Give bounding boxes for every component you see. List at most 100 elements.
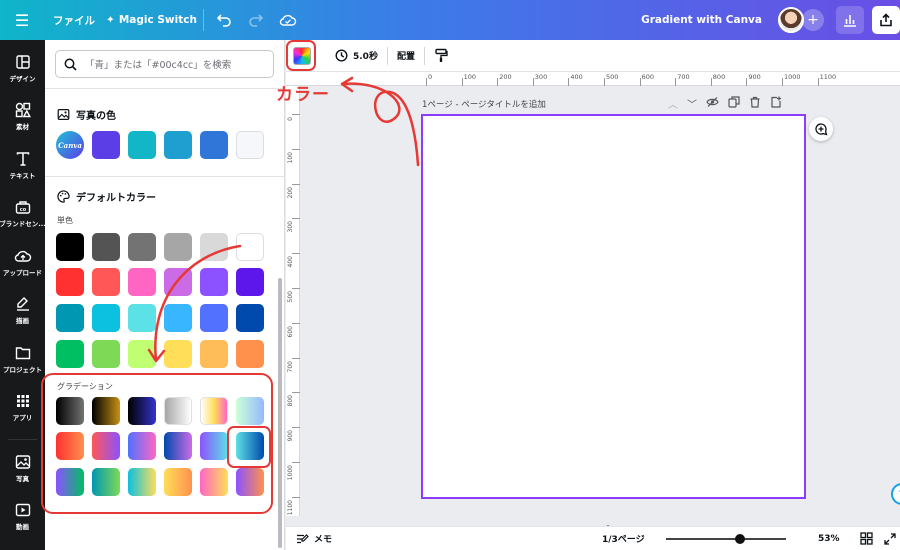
sidebar-item-uploads[interactable]: アップロード (0, 238, 45, 287)
solid-color-swatch[interactable] (128, 233, 156, 261)
sidebar-item-label: 動画 (16, 523, 29, 532)
solid-color-swatch[interactable] (92, 340, 120, 368)
ruler-tick (639, 78, 641, 86)
hide-eye-icon[interactable] (706, 96, 719, 108)
color-button-highlight (286, 40, 316, 71)
solid-color-swatch[interactable] (236, 233, 264, 261)
solid-color-swatch[interactable] (200, 304, 228, 332)
ruler-tick (292, 496, 300, 498)
sidebar-item-text[interactable]: テキスト (0, 141, 45, 190)
save-status-button[interactable] (272, 0, 304, 40)
ruler-tick (782, 78, 783, 86)
solid-color-swatch[interactable] (56, 304, 84, 332)
ruler-tick (292, 148, 300, 150)
solid-color-swatch[interactable] (164, 268, 192, 296)
solid-color-swatch[interactable] (56, 268, 84, 296)
file-menu-button[interactable]: ファイル (44, 0, 104, 40)
zoom-slider[interactable] (666, 538, 786, 540)
redo-button[interactable] (240, 0, 272, 40)
sidebar-item-brand[interactable]: co ブランドセン... (0, 190, 45, 239)
sidebar-item-label: アップロード (3, 268, 42, 277)
share-button[interactable] (872, 6, 900, 34)
zoom-level[interactable]: 53% (818, 534, 840, 544)
photo-color-swatch[interactable] (200, 131, 228, 159)
help-button[interactable]: ? (891, 483, 900, 505)
add-page-icon[interactable] (770, 96, 782, 108)
avatar[interactable] (778, 7, 804, 33)
paint-roller-button[interactable] (434, 48, 448, 63)
ruler-tick (292, 288, 300, 289)
sidebar-item-elements[interactable]: 素材 (0, 93, 45, 142)
color-annotation-label: カラー (276, 85, 330, 105)
ruler-label: 1000 (784, 73, 801, 81)
solid-color-swatch[interactable] (236, 268, 264, 296)
sidebar-item-design[interactable]: デザイン (0, 44, 45, 93)
photo-color-swatch[interactable] (164, 131, 192, 159)
add-collaborator-button[interactable]: + (802, 9, 824, 31)
undo-icon (216, 14, 231, 27)
solid-color-swatch[interactable] (56, 233, 84, 261)
ruler-label: 0 (287, 117, 294, 121)
timing-label: 5.0秒 (353, 52, 378, 62)
notes-button[interactable]: メモ (296, 532, 332, 545)
canva-logo-swatch[interactable]: Canva (56, 131, 84, 159)
color-search-input[interactable]: 「青」または「#00c4cc」を検索 (55, 50, 274, 78)
solid-color-swatch[interactable] (164, 233, 192, 261)
trash-icon[interactable] (749, 96, 761, 108)
divider (203, 9, 204, 31)
page-title-label[interactable]: 1ページ - ページタイトルを追加 (422, 98, 546, 110)
photo-color-swatch[interactable] (92, 131, 120, 159)
fullscreen-icon[interactable] (884, 532, 896, 545)
undo-button[interactable] (208, 0, 240, 40)
grid-view-icon[interactable] (860, 532, 873, 545)
duplicate-icon[interactable] (728, 96, 740, 108)
document-title[interactable]: Gradient with Canva (641, 14, 762, 26)
ruler-tick (710, 78, 712, 86)
solid-color-swatch[interactable] (128, 340, 156, 368)
design-page[interactable] (421, 114, 806, 499)
arrange-button[interactable]: 配置 (397, 49, 415, 62)
sidebar-item-projects[interactable]: プロジェクト (0, 335, 45, 384)
sidebar-item-label: アプリ (12, 414, 33, 423)
ruler-tick (292, 253, 300, 255)
panel-scrollbar[interactable] (278, 278, 282, 548)
sidebar-item-draw[interactable]: 描画 (0, 287, 45, 336)
solid-color-swatch[interactable] (236, 340, 264, 368)
sidebar-item-label: 素材 (16, 123, 29, 132)
solid-color-swatch[interactable] (200, 340, 228, 368)
sidebar-item-videos[interactable]: 動画 (0, 493, 45, 542)
photo-color-swatch[interactable] (236, 131, 264, 159)
ruler-tick (292, 114, 300, 115)
ruler-label: 900 (287, 430, 294, 442)
solid-color-swatch[interactable] (164, 304, 192, 332)
menu-button[interactable]: ☰ (0, 0, 44, 40)
timing-button[interactable]: 5.0秒 (335, 49, 378, 62)
magic-switch-button[interactable]: ✦ Magic Switch (104, 0, 199, 40)
comment-button[interactable] (809, 117, 833, 141)
solid-color-swatch[interactable] (56, 340, 84, 368)
divider (45, 176, 284, 177)
solid-color-swatch[interactable] (200, 233, 228, 261)
ruler-tick (817, 78, 819, 86)
solid-color-swatch[interactable] (200, 268, 228, 296)
notes-icon (297, 533, 309, 543)
chevron-down-icon[interactable]: ﹀ (687, 96, 697, 111)
solid-color-swatch[interactable] (128, 268, 156, 296)
solid-color-swatch[interactable] (92, 304, 120, 332)
solid-color-swatch[interactable] (128, 304, 156, 332)
sidebar-item-label: ブランドセン... (0, 220, 45, 229)
photo-color-swatch[interactable] (128, 131, 156, 159)
sidebar-item-photos[interactable]: 写真 (0, 444, 45, 493)
chevron-up-icon[interactable]: ︿ (668, 96, 678, 111)
hamburger-icon: ☰ (14, 10, 30, 30)
ruler-label: 400 (287, 256, 294, 268)
cloud-check-icon (279, 14, 297, 26)
solid-color-swatch[interactable] (92, 268, 120, 296)
solid-color-swatch[interactable] (92, 233, 120, 261)
sidebar-item-apps[interactable]: アプリ (0, 384, 45, 433)
zoom-slider-thumb[interactable] (734, 534, 745, 544)
insights-button[interactable] (836, 6, 864, 34)
solid-color-swatch[interactable] (236, 304, 264, 332)
solid-color-swatch[interactable] (164, 340, 192, 368)
page-indicator[interactable]: 1/3ページ (602, 532, 645, 545)
